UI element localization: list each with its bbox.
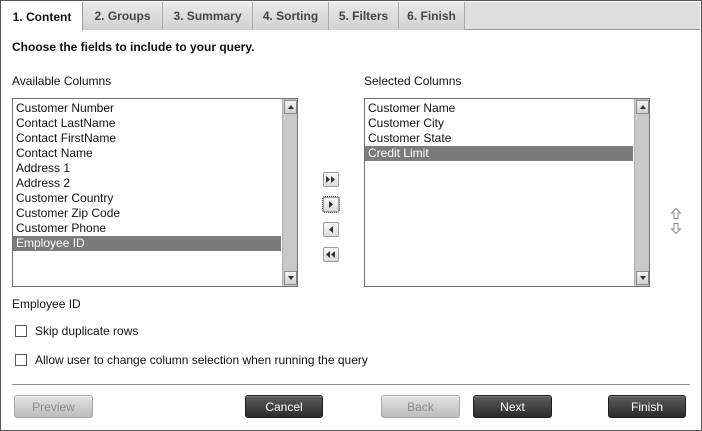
wizard-tab-bar: 1. Content 2. Groups 3. Summary 4. Sorti… — [2, 2, 700, 31]
tab-groups[interactable]: 2. Groups — [83, 2, 163, 30]
list-item[interactable]: Contact Name — [13, 146, 281, 161]
allow-column-change-option: Allow user to change column selection wh… — [15, 353, 368, 367]
available-scrollbar[interactable] — [282, 99, 297, 286]
add-button[interactable] — [322, 196, 340, 213]
scroll-up-icon — [639, 105, 646, 109]
page-instruction: Choose the fields to include to your que… — [12, 40, 255, 54]
tab-content[interactable]: 1. Content — [2, 2, 83, 31]
selected-items: Customer Name Customer City Customer State… — [365, 101, 633, 161]
list-item[interactable]: Credit Limit — [365, 146, 633, 161]
skip-duplicates-checkbox[interactable] — [15, 325, 27, 337]
skip-duplicates-option: Skip duplicate rows — [15, 324, 138, 338]
list-item[interactable]: Contact LastName — [13, 116, 281, 131]
back-button[interactable]: Back — [381, 395, 460, 418]
finish-button[interactable]: Finish — [608, 395, 686, 418]
tab-finish[interactable]: 6. Finish — [399, 2, 465, 30]
remove-button[interactable] — [323, 222, 339, 237]
double-right-arrow-icon — [326, 176, 335, 183]
allow-column-change-label: Allow user to change column selection wh… — [35, 353, 368, 367]
selected-scrollbar[interactable] — [634, 99, 649, 286]
move-down-arrow-icon — [671, 222, 681, 234]
scroll-up-button[interactable] — [636, 100, 649, 114]
list-item[interactable]: Customer City — [365, 116, 633, 131]
scroll-up-button[interactable] — [284, 100, 297, 114]
query-wizard-dialog: 1. Content 2. Groups 3. Summary 4. Sorti… — [0, 0, 702, 431]
double-left-arrow-icon — [326, 251, 335, 258]
list-item[interactable]: Customer Phone — [13, 221, 281, 236]
scroll-down-button[interactable] — [636, 271, 649, 285]
available-columns-list[interactable]: Customer Number Contact LastName Contact F… — [12, 98, 298, 287]
right-arrow-icon — [329, 201, 333, 208]
scroll-down-button[interactable] — [284, 271, 297, 285]
current-field-name: Employee ID — [12, 297, 81, 311]
cancel-button[interactable]: Cancel — [245, 395, 323, 418]
tab-filters[interactable]: 5. Filters — [329, 2, 399, 30]
list-item[interactable]: Customer Name — [365, 101, 633, 116]
scroll-down-icon — [287, 276, 294, 280]
tab-summary[interactable]: 3. Summary — [163, 2, 253, 30]
move-up-arrow-icon — [671, 207, 681, 219]
list-item[interactable]: Address 2 — [13, 176, 281, 191]
footer-divider — [12, 384, 690, 385]
available-columns-label: Available Columns — [12, 74, 112, 88]
list-item[interactable]: Customer Zip Code — [13, 206, 281, 221]
allow-column-change-checkbox[interactable] — [15, 354, 27, 366]
available-items: Customer Number Contact LastName Contact F… — [13, 101, 281, 251]
move-up-button[interactable] — [669, 207, 683, 219]
list-item[interactable]: Employee ID — [13, 236, 281, 251]
left-arrow-icon — [329, 226, 333, 233]
list-item[interactable]: Address 1 — [13, 161, 281, 176]
scroll-up-icon — [287, 105, 294, 109]
list-item[interactable]: Contact FirstName — [13, 131, 281, 146]
next-button[interactable]: Next — [473, 395, 552, 418]
scroll-down-icon — [639, 276, 646, 280]
remove-all-button[interactable] — [323, 247, 339, 262]
preview-button[interactable]: Preview — [14, 395, 93, 418]
list-item[interactable]: Customer State — [365, 131, 633, 146]
selected-columns-list[interactable]: Customer Name Customer City Customer State… — [364, 98, 650, 287]
move-down-button[interactable] — [669, 222, 683, 234]
add-all-button[interactable] — [323, 172, 339, 187]
skip-duplicates-label: Skip duplicate rows — [35, 324, 139, 338]
tab-sorting[interactable]: 4. Sorting — [253, 2, 329, 30]
list-item[interactable]: Customer Country — [13, 191, 281, 206]
selected-columns-label: Selected Columns — [364, 74, 462, 88]
list-item[interactable]: Customer Number — [13, 101, 281, 116]
